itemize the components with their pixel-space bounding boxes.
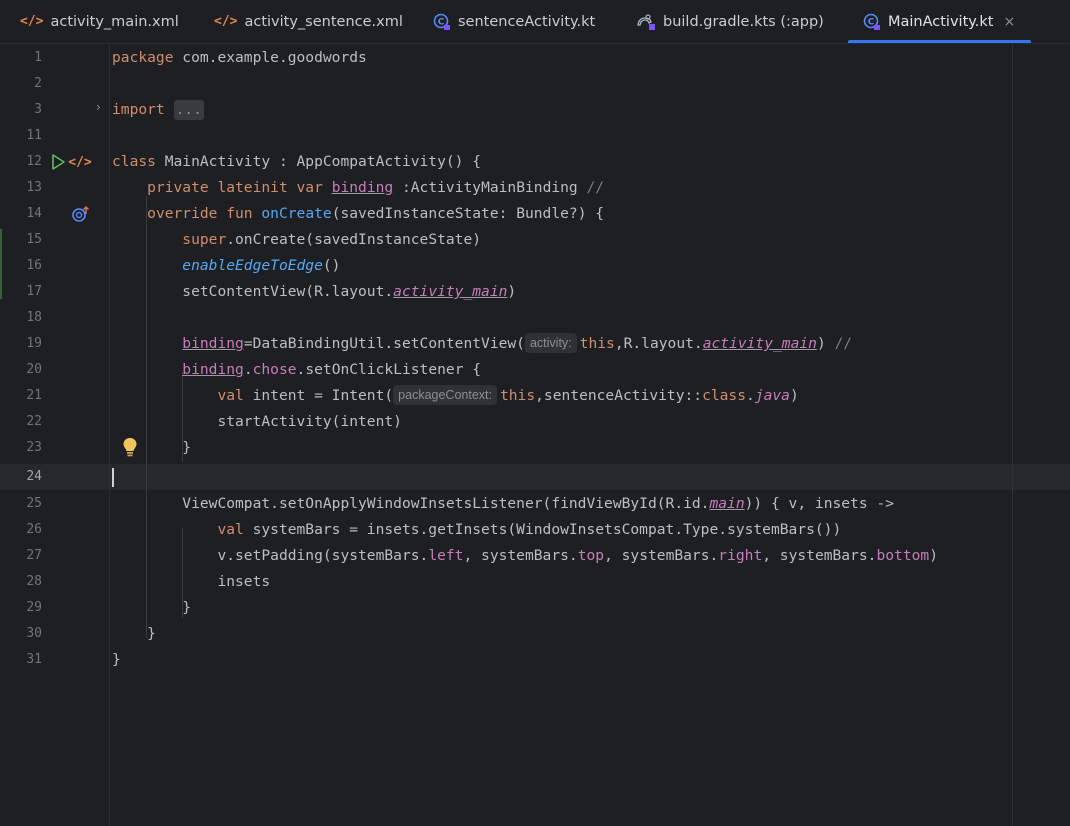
xml-file-icon: </> (20, 14, 44, 29)
kotlin-class-icon: C (433, 13, 451, 31)
line-number: 18 (26, 310, 42, 325)
line-number: 16 (26, 258, 42, 273)
line-number: 26 (26, 522, 42, 537)
code-line: 22 startActivity(intent) (0, 409, 1070, 435)
code-line: 20 binding.chose.setOnClickListener { (0, 357, 1070, 383)
svg-text:C: C (868, 17, 875, 27)
line-number: 20 (26, 362, 42, 377)
editor-tab-bar: </> activity_main.xml </> activity_sente… (0, 0, 1070, 44)
code-line: 12 class MainActivity : AppCompatActivit… (0, 149, 1070, 175)
kotlin-class-icon: C (863, 13, 881, 31)
code-line: 16 enableEdgeToEdge() (0, 253, 1070, 279)
line-number: 11 (26, 128, 42, 143)
line-number: 24 (26, 469, 42, 484)
tab-label: activity_main.xml (50, 13, 179, 30)
code-line: 18 (0, 305, 1070, 331)
folded-imports[interactable]: ... (173, 100, 204, 120)
tab-label: MainActivity.kt (888, 13, 994, 30)
code-line: 26 val systemBars = insets.getInsets(Win… (0, 517, 1070, 543)
code-line: 19 binding=DataBindingUtil.setContentVie… (0, 331, 1070, 357)
line-number: 19 (26, 336, 42, 351)
parameter-hint: activity: (524, 333, 577, 353)
line-number: 28 (26, 574, 42, 589)
line-number: 2 (34, 76, 42, 91)
code-line: 17 setContentView(R.layout.activity_main… (0, 279, 1070, 305)
line-number: 21 (26, 388, 42, 403)
tab-activity-main-xml[interactable]: </> activity_main.xml (20, 0, 179, 43)
tab-label: activity_sentence.xml (244, 13, 403, 30)
code-line: 14 override fun onCreate(savedInstanceSt… (0, 201, 1070, 227)
code-line: 28 insets (0, 569, 1070, 595)
tab-sentence-activity-kt[interactable]: C sentenceActivity.kt (433, 0, 595, 43)
code-line: 21 val intent = Intent(packageContext: th… (0, 383, 1070, 409)
code-line: 1 package com.example.goodwords (0, 45, 1070, 71)
code-line: 2 (0, 71, 1070, 97)
line-number: 13 (26, 180, 42, 195)
code-line: 31 } (0, 647, 1070, 673)
code-editor[interactable]: </> › 1 package com.example.goodwords 2 … (0, 44, 1070, 826)
tab-main-activity-kt[interactable]: C MainActivity.kt × (847, 0, 1032, 43)
close-icon[interactable]: × (1003, 14, 1015, 30)
tab-activity-sentence-xml[interactable]: </> activity_sentence.xml (214, 0, 403, 43)
line-number: 27 (26, 548, 42, 563)
code-line: 23 } (0, 435, 1070, 461)
line-number: 12 (26, 154, 42, 169)
gradle-icon (636, 13, 656, 31)
line-number: 23 (26, 440, 42, 455)
parameter-hint: packageContext: (393, 385, 497, 405)
line-number: 14 (26, 206, 42, 221)
line-number: 22 (26, 414, 42, 429)
line-number: 15 (26, 232, 42, 247)
tab-label: sentenceActivity.kt (458, 13, 596, 30)
line-number: 29 (26, 600, 42, 615)
line-number: 1 (34, 50, 42, 65)
line-number: 17 (26, 284, 42, 299)
svg-text:C: C (438, 17, 445, 27)
line-number: 31 (26, 652, 42, 667)
code-line: 25 ViewCompat.setOnApplyWindowInsetsList… (0, 491, 1070, 517)
code-line: 13 private lateinit var binding :Activit… (0, 175, 1070, 201)
code-line: 15 super.onCreate(savedInstanceState) (0, 227, 1070, 253)
line-number: 30 (26, 626, 42, 641)
code-line: 29 } (0, 595, 1070, 621)
xml-file-icon: </> (214, 14, 238, 29)
code-line: 3 import ... (0, 97, 1070, 123)
line-number: 25 (26, 496, 42, 511)
tab-label: build.gradle.kts (:app) (663, 13, 824, 30)
code-line: 30 } (0, 621, 1070, 647)
line-number: 3 (34, 102, 42, 117)
code-line: 11 (0, 123, 1070, 149)
tab-build-gradle-kts[interactable]: build.gradle.kts (:app) (636, 0, 824, 43)
code-line-current: 24 (0, 464, 1070, 490)
code-line: 27 v.setPadding(systemBars.left, systemB… (0, 543, 1070, 569)
